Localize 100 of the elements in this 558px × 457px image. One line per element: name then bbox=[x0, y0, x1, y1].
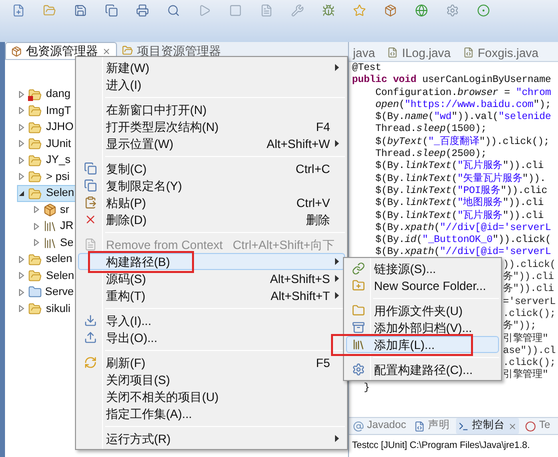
tree-item[interactable]: ImgT bbox=[17, 102, 74, 119]
tree-item[interactable]: > psi bbox=[17, 168, 73, 185]
menu-item[interactable]: 源码(S) Alt+Shift+S bbox=[78, 270, 345, 287]
menu-item[interactable]: 显示位置(W) Alt+Shift+W bbox=[78, 135, 345, 152]
menu-item[interactable]: 删除(D) 删除 bbox=[78, 211, 345, 228]
search-icon[interactable] bbox=[167, 4, 180, 17]
code-line: 务")); bbox=[503, 321, 536, 332]
code-line: Configuration.browser = "chrom bbox=[374, 88, 551, 100]
menu-item[interactable]: 关闭不相关的项目(U) bbox=[78, 388, 345, 405]
view-tab[interactable]: 包资源管理器 bbox=[5, 42, 117, 59]
save-icon[interactable] bbox=[74, 4, 87, 17]
shortcut-text: Ctrl+C bbox=[294, 160, 330, 178]
menu-item[interactable]: 打开类型层次结构(N) F4 bbox=[78, 118, 345, 135]
menu-item[interactable]: 运行方式(R) bbox=[78, 430, 345, 447]
tree-item[interactable]: sr bbox=[32, 202, 72, 218]
stop-icon[interactable] bbox=[229, 4, 242, 17]
expand-arrow-icon[interactable] bbox=[18, 272, 25, 280]
menu-item[interactable]: 用作源文件夹(U) bbox=[346, 302, 499, 319]
editor-tab[interactable]: ILog.java bbox=[387, 44, 451, 61]
menu-item[interactable]: 添加外部归档(V)... bbox=[346, 319, 499, 336]
java-file-icon bbox=[462, 47, 474, 58]
star-icon[interactable] bbox=[353, 4, 366, 17]
expand-arrow-icon[interactable] bbox=[18, 173, 25, 180]
menu-item[interactable]: New Source Folder... bbox=[346, 277, 499, 294]
menu-item[interactable]: 刷新(F) F5 bbox=[78, 354, 345, 371]
view-tab[interactable]: 控制台 bbox=[456, 418, 520, 434]
tree-item[interactable]: JY_s bbox=[17, 152, 74, 168]
tree-item[interactable]: JUnit bbox=[17, 136, 74, 152]
tree-item[interactable]: sikuli bbox=[17, 300, 74, 317]
shortcut-text: Alt+Shift+S bbox=[268, 270, 330, 288]
folder-icon bbox=[28, 285, 42, 300]
expand-arrow-icon[interactable] bbox=[33, 239, 40, 246]
project-folder-icon bbox=[28, 154, 43, 167]
open-folder-icon[interactable] bbox=[43, 4, 56, 17]
expand-arrow-icon[interactable] bbox=[18, 288, 25, 296]
expand-arrow-icon[interactable] bbox=[33, 222, 40, 230]
menu-item[interactable]: 粘贴(P) Ctrl+V bbox=[78, 194, 345, 211]
menu-item[interactable]: 新建(W) bbox=[78, 59, 345, 76]
expand-arrow-icon[interactable] bbox=[33, 206, 40, 214]
gear-icon[interactable] bbox=[446, 4, 459, 17]
printer-icon[interactable] bbox=[136, 4, 149, 17]
code-line: $(byText("_百度翻译")).click(); bbox=[374, 136, 550, 148]
menu-item[interactable]: 构建路径(B) bbox=[78, 253, 345, 270]
menu-item[interactable]: 复制(C) Ctrl+C bbox=[78, 160, 345, 177]
close-icon[interactable] bbox=[102, 46, 111, 56]
new-file-icon[interactable] bbox=[12, 4, 25, 17]
code-line: )).click( bbox=[503, 260, 556, 271]
tree-item[interactable]: JJHO bbox=[17, 119, 76, 136]
view-tab[interactable]: Javadoc bbox=[351, 418, 408, 434]
menu-item[interactable]: 配置构建路径(C)... bbox=[346, 361, 499, 378]
shortcut-text: Alt+Shift+W bbox=[266, 136, 330, 152]
menu-item[interactable]: 链接源(S)... bbox=[346, 260, 499, 277]
menu-item[interactable]: 导出(O)... bbox=[78, 329, 345, 346]
globe-icon[interactable] bbox=[415, 4, 428, 17]
bug-icon[interactable] bbox=[322, 4, 335, 17]
expand-arrow-icon[interactable] bbox=[18, 140, 25, 148]
view-tab[interactable]: Te bbox=[523, 418, 552, 434]
library-icon bbox=[352, 338, 364, 351]
menu-item[interactable]: 导入(I)... bbox=[78, 312, 345, 329]
menu-item[interactable]: 复制限定名(Y) bbox=[78, 177, 345, 194]
expand-arrow-icon[interactable] bbox=[18, 107, 25, 114]
tree-item[interactable]: Serve bbox=[17, 284, 77, 300]
expand-arrow-icon[interactable] bbox=[18, 90, 25, 98]
editor-tab[interactable]: Foxgis.java bbox=[462, 44, 538, 61]
export-icon bbox=[84, 331, 96, 344]
project-error-icon bbox=[28, 88, 43, 101]
tree-item[interactable]: dang bbox=[17, 86, 74, 102]
tree-item[interactable]: Selen bbox=[17, 268, 78, 284]
run-icon[interactable] bbox=[198, 4, 211, 17]
close-icon[interactable] bbox=[508, 422, 518, 430]
menu-item[interactable]: 进入(I) bbox=[78, 76, 345, 93]
view-tab[interactable]: 声明 bbox=[412, 418, 452, 434]
code-line: $(By.xpath("//div[@id='serverL bbox=[374, 247, 551, 260]
code-line: ='serverL bbox=[503, 296, 556, 308]
expand-arrow-icon[interactable] bbox=[18, 256, 25, 263]
tree-item[interactable]: Selen bbox=[17, 185, 78, 202]
package-icon[interactable] bbox=[384, 4, 397, 17]
expand-arrow-icon[interactable] bbox=[18, 156, 25, 164]
tree-item[interactable]: JR bbox=[32, 218, 76, 234]
expand-arrow-icon[interactable] bbox=[18, 305, 25, 312]
document-icon[interactable] bbox=[260, 4, 273, 17]
code-line: .click(); bbox=[503, 358, 556, 370]
code-line: @Test bbox=[351, 63, 382, 74]
collapse-arrow-icon[interactable] bbox=[18, 190, 25, 197]
delete-icon bbox=[84, 213, 96, 226]
menu-item[interactable]: 添加库(L)... bbox=[346, 336, 499, 353]
view-tab[interactable]: 项目资源管理器 bbox=[117, 42, 226, 59]
expand-arrow-icon[interactable] bbox=[18, 124, 25, 131]
shortcut-text: F5 bbox=[314, 354, 330, 372]
project-folder-icon bbox=[28, 137, 43, 150]
wrench-icon[interactable] bbox=[291, 4, 304, 17]
menu-item[interactable]: 在新窗口中打开(N) bbox=[78, 101, 345, 118]
library-icon bbox=[43, 236, 57, 250]
editor-tab[interactable]: java bbox=[353, 44, 376, 61]
library-icon bbox=[43, 219, 57, 234]
tree-item[interactable]: Se bbox=[32, 234, 76, 251]
menu-item[interactable]: 关闭项目(S) bbox=[78, 371, 345, 388]
tree-item[interactable]: selen bbox=[17, 251, 76, 268]
menu-item[interactable]: 重构(T) Alt+Shift+T bbox=[78, 287, 345, 304]
menu-item[interactable]: 指定工作集(A)... bbox=[78, 405, 345, 422]
